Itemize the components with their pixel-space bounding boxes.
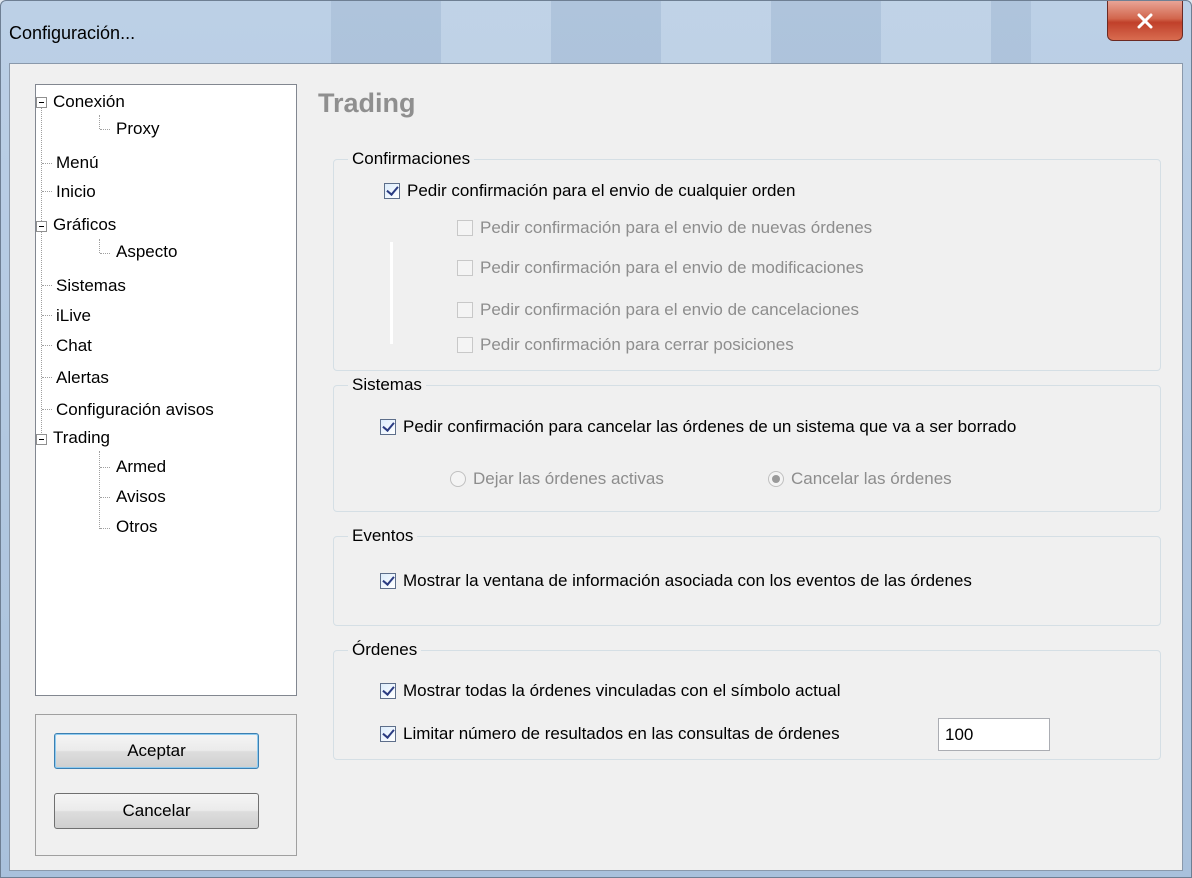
radio-label: Dejar las órdenes activas bbox=[473, 469, 664, 488]
checkbox-box[interactable] bbox=[384, 183, 400, 199]
close-icon bbox=[1137, 13, 1153, 28]
tree-item-configuracion-avisos[interactable]: Configuración avisos bbox=[56, 399, 214, 421]
tree-item-armed[interactable]: Armed bbox=[116, 456, 166, 478]
tree-item-alertas[interactable]: Alertas bbox=[56, 367, 109, 389]
checkbox-box[interactable] bbox=[380, 419, 396, 435]
tree-expander-conexion[interactable] bbox=[36, 97, 47, 108]
radio-circle[interactable] bbox=[768, 471, 784, 487]
cancel-button[interactable]: Cancelar bbox=[54, 793, 259, 829]
window-title: Configuración... bbox=[9, 23, 136, 43]
tree-line bbox=[42, 345, 52, 346]
group-legend-eventos: Eventos bbox=[348, 525, 418, 547]
checkbox-label: Pedir confirmación para el envio de nuev… bbox=[480, 218, 873, 237]
tree-line bbox=[99, 115, 100, 129]
accept-button[interactable]: Aceptar bbox=[54, 733, 259, 769]
tree-line bbox=[42, 163, 52, 164]
tree-line bbox=[100, 129, 110, 130]
group-legend-confirmaciones: Confirmaciones bbox=[348, 148, 475, 170]
radio-leave-orders-active[interactable]: Dejar las órdenes activas bbox=[450, 469, 664, 489]
limit-results-input[interactable]: 100 bbox=[938, 718, 1050, 751]
tree-item-graficos[interactable]: Gráficos bbox=[53, 214, 116, 236]
tree-line bbox=[41, 105, 42, 435]
checkbox-label: Pedir confirmación para el envio de modi… bbox=[480, 258, 864, 277]
tree-item-sistemas[interactable]: Sistemas bbox=[56, 275, 126, 297]
checkbox-confirm-close-positions[interactable]: Pedir confirmación para cerrar posicione… bbox=[457, 335, 794, 355]
group-legend-sistemas: Sistemas bbox=[348, 374, 426, 396]
tree-line bbox=[99, 451, 100, 529]
tree-line bbox=[100, 467, 110, 468]
group-legend-ordenes: Órdenes bbox=[348, 639, 422, 661]
tree-item-avisos[interactable]: Avisos bbox=[116, 486, 166, 508]
tree-line bbox=[99, 239, 100, 253]
tree-expander-graficos[interactable] bbox=[36, 221, 47, 232]
checkbox-show-event-window[interactable]: Mostrar la ventana de información asocia… bbox=[380, 571, 972, 591]
dialog-client-area: Conexión Proxy Menú Inicio Gráficos Aspe… bbox=[9, 63, 1183, 871]
checkbox-confirm-modifications[interactable]: Pedir confirmación para el envio de modi… bbox=[457, 258, 864, 278]
checkbox-box[interactable] bbox=[380, 726, 396, 742]
tree-item-inicio[interactable]: Inicio bbox=[56, 181, 96, 203]
indent-separator bbox=[390, 242, 393, 344]
checkbox-confirm-any-order[interactable]: Pedir confirmación para el envio de cual… bbox=[384, 181, 795, 201]
tree-line bbox=[42, 285, 52, 286]
checkbox-box[interactable] bbox=[380, 573, 396, 589]
tree-item-aspecto[interactable]: Aspecto bbox=[116, 241, 177, 263]
radio-cancel-orders[interactable]: Cancelar las órdenes bbox=[768, 469, 952, 489]
radio-label: Cancelar las órdenes bbox=[791, 469, 952, 488]
checkbox-label: Pedir confirmación para cancelar las órd… bbox=[403, 417, 1017, 436]
checkbox-box[interactable] bbox=[457, 302, 473, 318]
checkbox-label: Pedir confirmación para el envio de canc… bbox=[480, 300, 859, 319]
background-app-blur bbox=[331, 1, 1031, 63]
checkbox-box[interactable] bbox=[457, 260, 473, 276]
checkbox-label: Limitar número de resultados en las cons… bbox=[403, 724, 840, 743]
tree-item-otros[interactable]: Otros bbox=[116, 516, 158, 538]
checkbox-box[interactable] bbox=[457, 337, 473, 353]
tree-line bbox=[42, 191, 52, 192]
close-button[interactable] bbox=[1107, 1, 1183, 41]
group-sistemas: Sistemas bbox=[333, 374, 1161, 512]
title-bar[interactable]: Configuración... bbox=[1, 1, 1191, 63]
checkbox-label: Pedir confirmación para el envio de cual… bbox=[407, 181, 796, 200]
tree-item-conexion[interactable]: Conexión bbox=[53, 91, 125, 113]
tree-line bbox=[100, 497, 110, 498]
checkbox-label: Mostrar todas la órdenes vinculadas con … bbox=[403, 681, 841, 700]
tree-item-ilive[interactable]: iLive bbox=[56, 305, 91, 327]
checkbox-confirm-cancellations[interactable]: Pedir confirmación para el envio de canc… bbox=[457, 300, 859, 320]
checkbox-confirm-new-orders[interactable]: Pedir confirmación para el envio de nuev… bbox=[457, 218, 872, 238]
tree-line bbox=[100, 253, 110, 254]
tree-item-trading[interactable]: Trading bbox=[53, 427, 110, 449]
checkbox-confirm-cancel-system-orders[interactable]: Pedir confirmación para cancelar las órd… bbox=[380, 417, 1016, 437]
settings-tree[interactable]: Conexión Proxy Menú Inicio Gráficos Aspe… bbox=[35, 84, 297, 696]
checkbox-limit-results[interactable]: Limitar número de resultados en las cons… bbox=[380, 724, 840, 744]
page-title: Trading bbox=[318, 88, 416, 118]
checkbox-show-linked-orders[interactable]: Mostrar todas la órdenes vinculadas con … bbox=[380, 681, 841, 701]
checkbox-box[interactable] bbox=[380, 683, 396, 699]
tree-item-menu[interactable]: Menú bbox=[56, 152, 99, 174]
dialog-window: Configuración... Conexión Proxy Menú Ini… bbox=[0, 0, 1192, 878]
checkbox-label: Mostrar la ventana de información asocia… bbox=[403, 571, 972, 590]
button-panel: Aceptar Cancelar bbox=[35, 714, 297, 856]
tree-line bbox=[42, 377, 52, 378]
checkbox-box[interactable] bbox=[457, 220, 473, 236]
checkbox-label: Pedir confirmación para cerrar posicione… bbox=[480, 335, 794, 354]
tree-item-chat[interactable]: Chat bbox=[56, 335, 92, 357]
tree-expander-trading[interactable] bbox=[36, 434, 47, 445]
tree-item-proxy[interactable]: Proxy bbox=[116, 118, 159, 140]
tree-line bbox=[42, 409, 52, 410]
radio-circle[interactable] bbox=[450, 471, 466, 487]
tree-line bbox=[42, 315, 52, 316]
tree-line bbox=[100, 528, 110, 529]
